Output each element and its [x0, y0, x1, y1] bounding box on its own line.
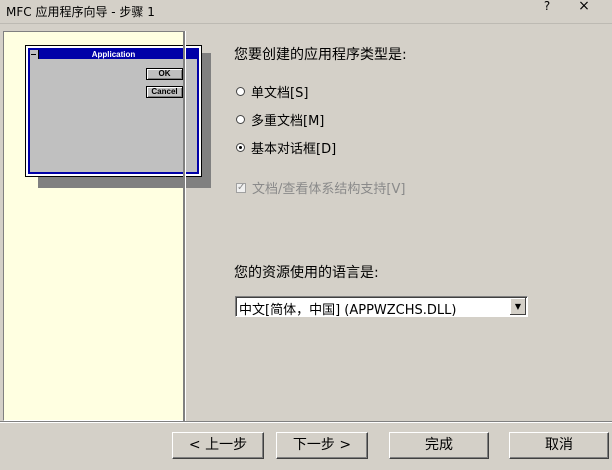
checkbox-label: 文档/查看体系结构支持[V] [252, 182, 406, 197]
system-menu-icon [30, 50, 39, 59]
radio-single-document[interactable]: 单文档[S] [236, 82, 308, 101]
language-select[interactable]: 中文[简体，中国] (APPWZCHS.DLL) ▼ [235, 296, 528, 318]
help-button[interactable]: ? [538, 0, 556, 15]
language-select-value: 中文[简体，中国] (APPWZCHS.DLL) [239, 303, 457, 318]
preview-window: Application OK Cancel [28, 48, 199, 174]
radio-label: 单文档[S] [251, 86, 309, 101]
radio-label: 多重文档[M] [251, 114, 325, 129]
radio-dialog-based[interactable]: 基本对话框[D] [236, 138, 336, 157]
back-button[interactable]: < 上一步 [172, 432, 264, 459]
cancel-button[interactable]: 取消 [509, 432, 609, 459]
docview-checkbox: ✓ 文档/查看体系结构支持[V] [236, 178, 405, 197]
language-question: 您的资源使用的语言是: [234, 265, 379, 281]
radio-icon[interactable] [236, 115, 245, 124]
next-button[interactable]: 下一步 > [276, 432, 368, 459]
footer-divider [0, 421, 612, 423]
dialog-preview: Application OK Cancel [25, 45, 202, 177]
preview-cancel-button: Cancel [146, 86, 183, 98]
radio-multiple-documents[interactable]: 多重文档[M] [236, 110, 324, 129]
radio-icon[interactable] [236, 87, 245, 96]
window-title: MFC 应用程序向导 - 步骤 1 [6, 5, 155, 19]
panel-divider [183, 31, 186, 421]
preview-title-text: Application [91, 50, 136, 59]
radio-label: 基本对话框[D] [251, 142, 337, 157]
radio-selected-icon[interactable] [236, 143, 245, 152]
app-type-question: 您要创建的应用程序类型是: [234, 47, 407, 63]
preview-title: Application [30, 50, 197, 59]
chevron-down-icon[interactable]: ▼ [509, 298, 526, 315]
title-bar: MFC 应用程序向导 - 步骤 1 ? × [0, 0, 612, 24]
preview-ok-button: OK [146, 68, 183, 80]
finish-button[interactable]: 完成 [389, 432, 489, 459]
checkmark-icon: ✓ [236, 181, 246, 193]
close-button[interactable]: × [574, 0, 594, 15]
